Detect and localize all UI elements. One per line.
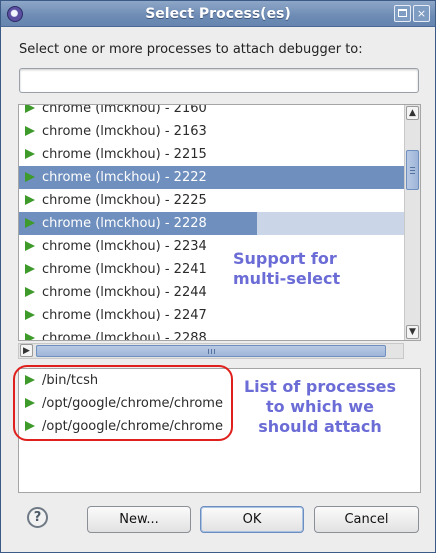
process-icon [25, 195, 35, 205]
process-row[interactable]: chrome (lmckhou) - 2241 [19, 258, 404, 281]
cancel-button[interactable]: Cancel [314, 506, 419, 533]
process-label: chrome (lmckhou) - 2215 [42, 147, 207, 162]
vertical-scroll-thumb[interactable] [406, 150, 419, 190]
process-list[interactable]: chrome (lmckhou) - 2160 chrome (lmckhou)… [18, 104, 421, 341]
close-button[interactable]: × [413, 5, 430, 22]
window-title: Select Process(es) [145, 6, 291, 22]
process-label: chrome (lmckhou) - 2225 [42, 193, 207, 208]
process-icon [25, 241, 35, 251]
new-button[interactable]: New... [87, 506, 191, 533]
process-row-partial[interactable]: chrome (lmckhou) - 2160 [19, 104, 404, 120]
selected-list-callout [13, 365, 233, 441]
process-icon [25, 287, 35, 297]
scroll-right-button[interactable]: ▶ [20, 344, 33, 357]
process-icon [25, 126, 35, 136]
select-process-dialog: Select Process(es) × Select one or more … [0, 0, 436, 553]
process-label: chrome (lmckhou) - 2222 [42, 170, 207, 185]
process-label: chrome (lmckhou) - 2288 [42, 331, 207, 341]
close-icon: × [416, 7, 427, 20]
process-icon [25, 333, 35, 340]
ok-button[interactable]: OK [200, 506, 304, 533]
process-row[interactable]: chrome (lmckhou) - 2163 [19, 120, 404, 143]
process-row[interactable]: chrome (lmckhou) - 2247 [19, 304, 404, 327]
process-label: chrome (lmckhou) - 2163 [42, 124, 207, 139]
process-list-rows: chrome (lmckhou) - 2160 chrome (lmckhou)… [19, 104, 404, 341]
process-row[interactable]: chrome (lmckhou) - 2234 [19, 235, 404, 258]
process-label: chrome (lmckhou) - 2228 [42, 216, 207, 231]
selected-list-annotation: List of processes to which we should att… [243, 377, 397, 436]
title-bar[interactable]: Select Process(es) × [1, 1, 435, 27]
process-icon [25, 310, 35, 320]
vertical-scrollbar[interactable]: ▲ ▼ [404, 105, 420, 340]
process-filter-input[interactable] [19, 68, 419, 93]
process-row[interactable]: chrome (lmckhou) - 2222 [19, 166, 404, 189]
process-row[interactable]: chrome (lmckhou) - 2225 [19, 189, 404, 212]
process-row[interactable]: chrome (lmckhou) - 2288 [19, 327, 404, 341]
process-row[interactable]: chrome (lmckhou) - 2215 [19, 143, 404, 166]
process-label: chrome (lmckhou) - 2234 [42, 239, 207, 254]
scroll-up-button[interactable]: ▲ [406, 106, 419, 120]
multi-select-annotation: Support for multi-select [233, 249, 341, 288]
help-icon[interactable]: ? [27, 507, 48, 528]
process-label: chrome (lmckhou) - 2247 [42, 308, 207, 323]
process-icon [25, 264, 35, 274]
process-icon [25, 172, 35, 182]
instruction-label: Select one or more processes to attach d… [19, 42, 363, 57]
scroll-down-button[interactable]: ▼ [406, 325, 419, 339]
process-row[interactable]: chrome (lmckhou) - 2228 [19, 212, 404, 235]
process-label: chrome (lmckhou) - 2160 [42, 104, 207, 116]
process-label: chrome (lmckhou) - 2244 [42, 285, 207, 300]
maximize-button[interactable] [394, 5, 411, 22]
process-icon [25, 218, 35, 228]
maximize-icon [398, 9, 407, 17]
horizontal-scrollbar[interactable]: ◀ ▶ [18, 343, 404, 359]
process-icon [25, 105, 35, 113]
process-icon [25, 149, 35, 159]
process-label: chrome (lmckhou) - 2241 [42, 262, 207, 277]
process-row[interactable]: chrome (lmckhou) - 2244 [19, 281, 404, 304]
horizontal-scroll-thumb[interactable] [36, 345, 386, 357]
